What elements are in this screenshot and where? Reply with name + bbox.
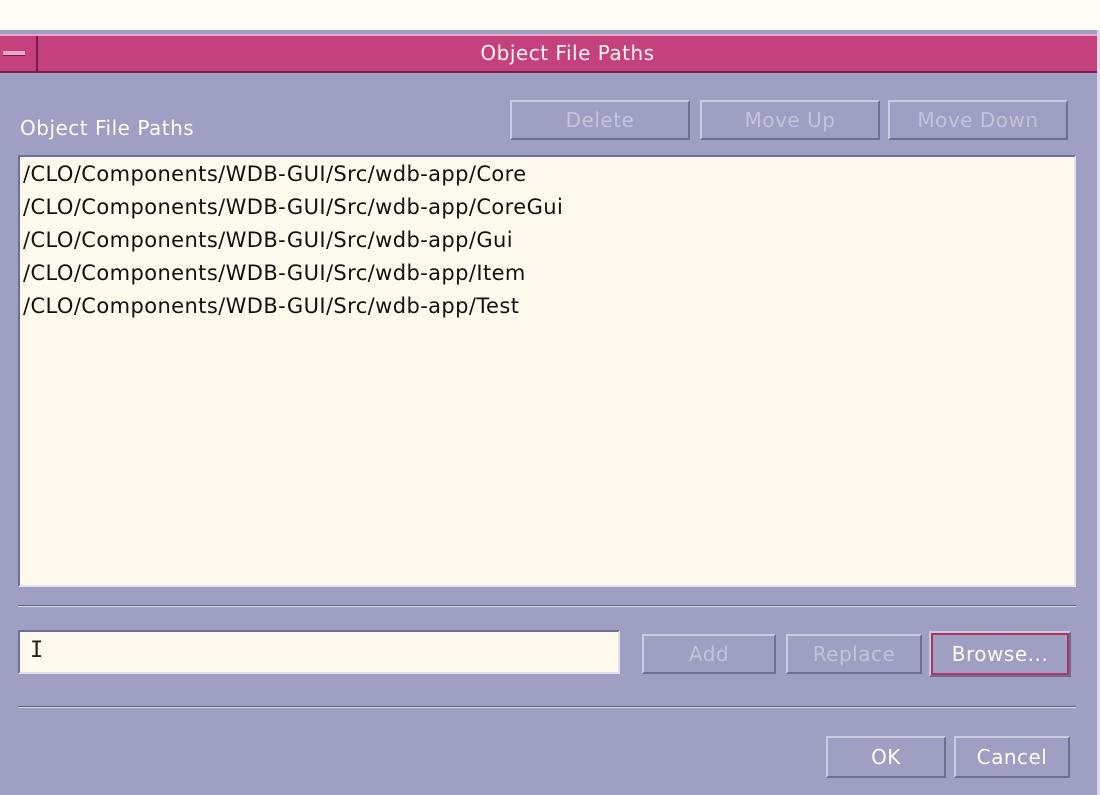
window-menu-icon <box>3 51 25 56</box>
paths-list[interactable]: /CLO/Components/WDB-GUI/Src/wdb-app/Core… <box>18 155 1076 587</box>
dialog-title: Object File Paths <box>480 41 655 65</box>
list-item[interactable]: /CLO/Components/WDB-GUI/Src/wdb-app/Item <box>23 258 1074 291</box>
move-down-button[interactable]: Move Down <box>888 100 1068 140</box>
desktop-background-strip <box>0 0 1100 30</box>
separator-bottom <box>18 706 1076 708</box>
cancel-button[interactable]: Cancel <box>954 736 1070 778</box>
list-item[interactable]: /CLO/Components/WDB-GUI/Src/wdb-app/Core… <box>23 192 1074 225</box>
list-item[interactable]: /CLO/Components/WDB-GUI/Src/wdb-app/Core <box>23 159 1074 192</box>
browse-button[interactable]: Browse... <box>929 631 1071 677</box>
object-file-paths-dialog: Object File Paths Object File Paths Dele… <box>0 30 1100 795</box>
path-input[interactable] <box>18 630 620 674</box>
separator-top <box>18 605 1076 607</box>
text-cursor-icon: I <box>30 638 43 664</box>
move-up-button[interactable]: Move Up <box>700 100 880 140</box>
title-bar[interactable]: Object File Paths <box>0 34 1097 73</box>
replace-button[interactable]: Replace <box>786 634 922 674</box>
ok-button[interactable]: OK <box>826 736 946 778</box>
paths-section-label: Object File Paths <box>20 116 195 140</box>
window-menu-button[interactable] <box>0 36 38 71</box>
list-item[interactable]: /CLO/Components/WDB-GUI/Src/wdb-app/Test <box>23 291 1074 324</box>
delete-button[interactable]: Delete <box>510 100 690 140</box>
list-item[interactable]: /CLO/Components/WDB-GUI/Src/wdb-app/Gui <box>23 225 1074 258</box>
add-button[interactable]: Add <box>642 634 776 674</box>
